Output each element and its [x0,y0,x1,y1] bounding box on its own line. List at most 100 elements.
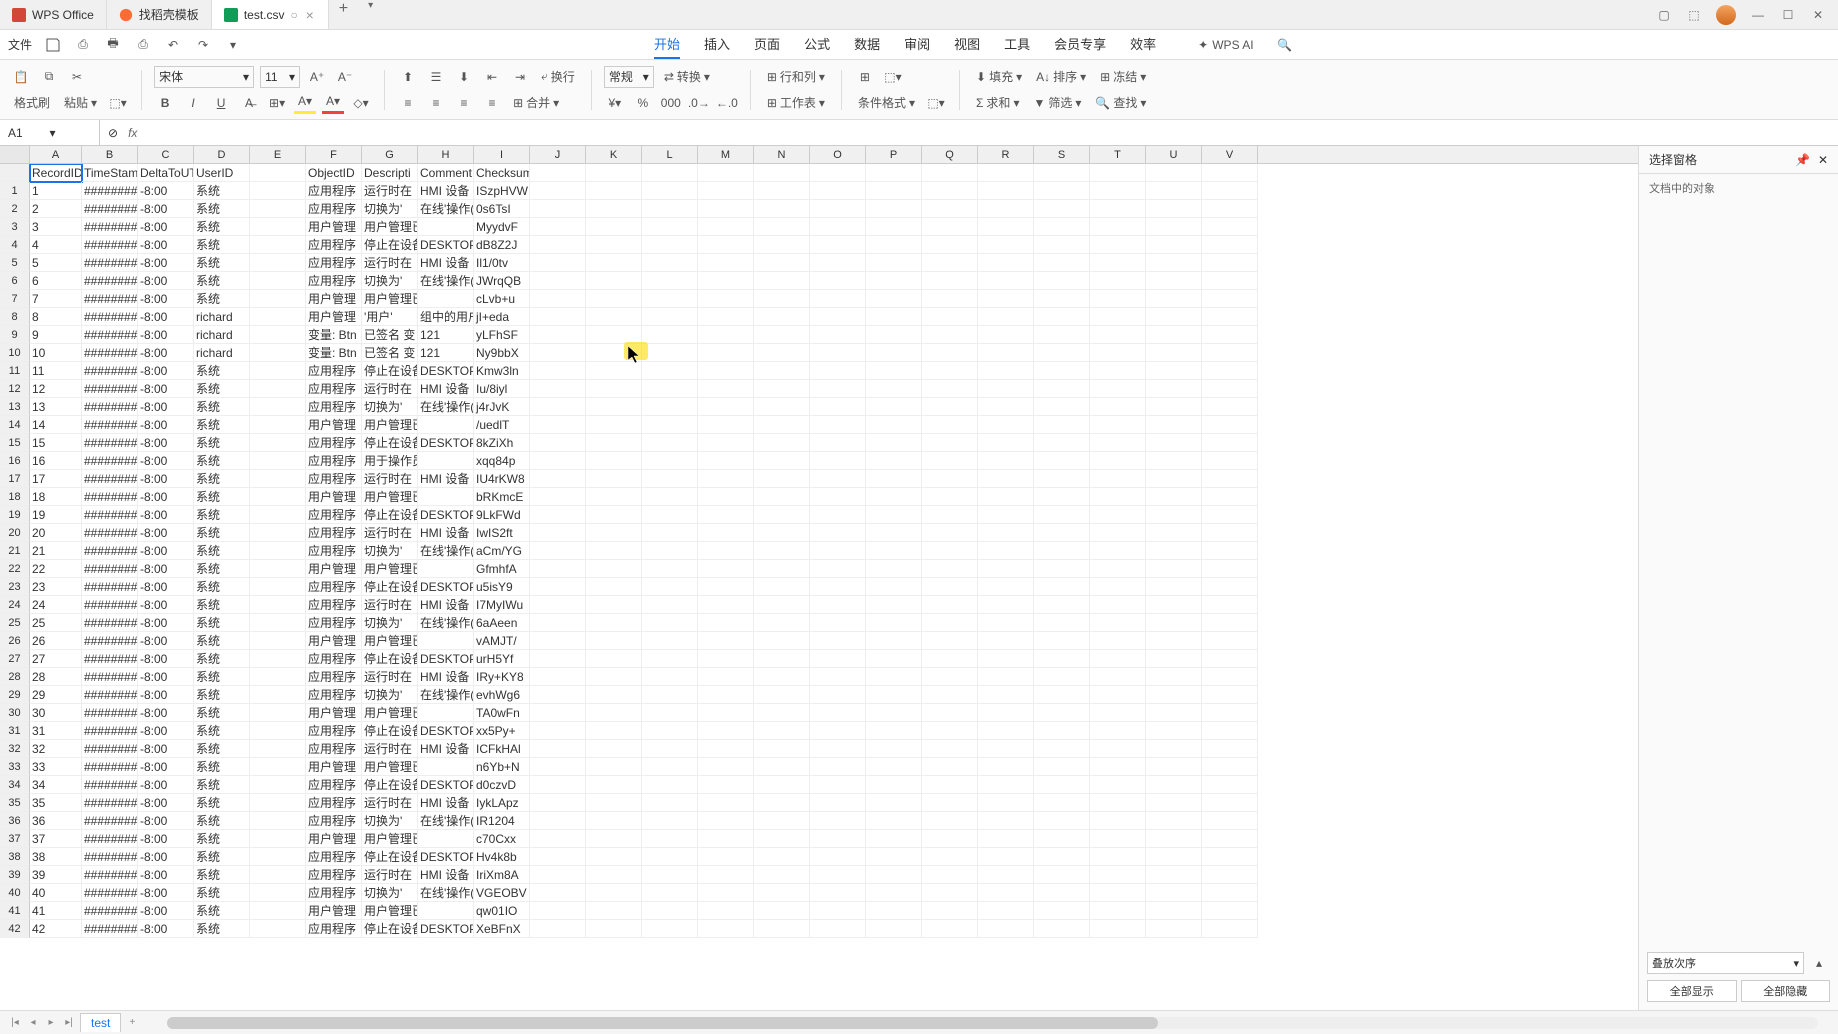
row-header[interactable]: 33 [0,758,30,776]
cell[interactable]: 6 [30,272,82,290]
row-header[interactable]: 5 [0,254,30,272]
fill-button[interactable]: ⬇填充▾ [972,66,1026,88]
cell[interactable]: 用户管理已成功导入. [362,902,418,920]
cell[interactable] [810,416,866,434]
cell[interactable] [1202,632,1258,650]
cell[interactable]: IriXm8A [474,866,530,884]
cell[interactable] [250,506,306,524]
find-button[interactable]: 🔍查找▾ [1091,92,1150,114]
cell[interactable] [1202,344,1258,362]
cell[interactable]: -8:00 [138,794,194,812]
cell[interactable] [250,272,306,290]
cell[interactable] [810,650,866,668]
cell[interactable] [1202,722,1258,740]
cell[interactable]: ######## [82,794,138,812]
cell[interactable]: -8:00 [138,776,194,794]
cell[interactable] [1090,866,1146,884]
cell[interactable] [1034,290,1090,308]
cell[interactable] [978,830,1034,848]
cell[interactable] [250,326,306,344]
cell[interactable] [698,524,754,542]
cell[interactable] [978,740,1034,758]
row-header[interactable]: 31 [0,722,30,740]
cell[interactable]: -8:00 [138,704,194,722]
cell[interactable] [1202,290,1258,308]
cell[interactable] [1202,254,1258,272]
cell[interactable]: 21 [30,542,82,560]
cell[interactable]: 34 [30,776,82,794]
cell-style-icon[interactable]: ⬚▾ [882,66,904,88]
cell[interactable]: ######## [82,254,138,272]
cell[interactable] [586,740,642,758]
cell[interactable]: 18 [30,488,82,506]
cell[interactable] [642,236,698,254]
cell[interactable] [250,740,306,758]
cell[interactable] [1146,272,1202,290]
cell[interactable]: 切换为' [362,272,418,290]
cell[interactable] [866,596,922,614]
cell[interactable] [250,362,306,380]
cell[interactable] [810,218,866,236]
cell[interactable] [586,632,642,650]
sum-button[interactable]: Σ求和▾ [972,92,1023,114]
cell[interactable] [250,686,306,704]
cell[interactable]: ######## [82,416,138,434]
column-header-Q[interactable]: Q [922,146,978,163]
cell[interactable]: HMI 设备 [418,470,474,488]
cell[interactable] [1202,308,1258,326]
order-select[interactable]: 叠放次序▾ [1647,952,1804,974]
cell[interactable] [250,794,306,812]
column-header-S[interactable]: S [1034,146,1090,163]
cell[interactable]: 切换为' [362,812,418,830]
cell[interactable] [1146,848,1202,866]
cell[interactable] [754,200,810,218]
cell[interactable] [698,578,754,596]
cell[interactable] [250,776,306,794]
cell[interactable]: 6aAeen [474,614,530,632]
cell[interactable] [754,614,810,632]
cell[interactable] [530,236,586,254]
cell[interactable]: u5isY9 [474,578,530,596]
cell[interactable] [418,704,474,722]
cell[interactable] [922,920,978,938]
cell[interactable] [866,902,922,920]
cell[interactable] [1034,308,1090,326]
cell[interactable] [1090,686,1146,704]
cell[interactable] [866,722,922,740]
cell[interactable]: HMI 设备 [418,740,474,758]
cell[interactable]: ICFkHAl [474,740,530,758]
cell[interactable]: 系统 [194,434,250,452]
cell[interactable] [1146,650,1202,668]
cell[interactable]: ######## [82,362,138,380]
cell[interactable] [1146,758,1202,776]
cell[interactable] [1034,182,1090,200]
cell[interactable] [586,290,642,308]
cell[interactable] [866,614,922,632]
cell[interactable] [1202,812,1258,830]
cell[interactable]: Kmw3ln [474,362,530,380]
cell[interactable] [698,794,754,812]
cell[interactable] [1202,740,1258,758]
italic-button[interactable]: I [182,92,204,114]
cell[interactable] [1034,398,1090,416]
column-header-M[interactable]: M [698,146,754,163]
cell[interactable] [978,578,1034,596]
cell[interactable] [1146,452,1202,470]
cell[interactable]: 变量: Btn [306,326,362,344]
cell[interactable]: xx5Py+ [474,722,530,740]
cell[interactable] [698,614,754,632]
column-header-H[interactable]: H [418,146,474,163]
cell[interactable] [1034,794,1090,812]
cell[interactable] [866,776,922,794]
cell[interactable]: 8 [30,308,82,326]
menu-review[interactable]: 审阅 [904,30,930,59]
cell[interactable] [1146,182,1202,200]
cell[interactable] [810,578,866,596]
cell[interactable] [698,452,754,470]
cell[interactable] [586,722,642,740]
cell[interactable]: 应用程序 [306,506,362,524]
cell[interactable] [530,416,586,434]
cell[interactable] [530,542,586,560]
maximize-button[interactable]: ☐ [1780,7,1796,23]
cell[interactable]: Ny9bbX [474,344,530,362]
